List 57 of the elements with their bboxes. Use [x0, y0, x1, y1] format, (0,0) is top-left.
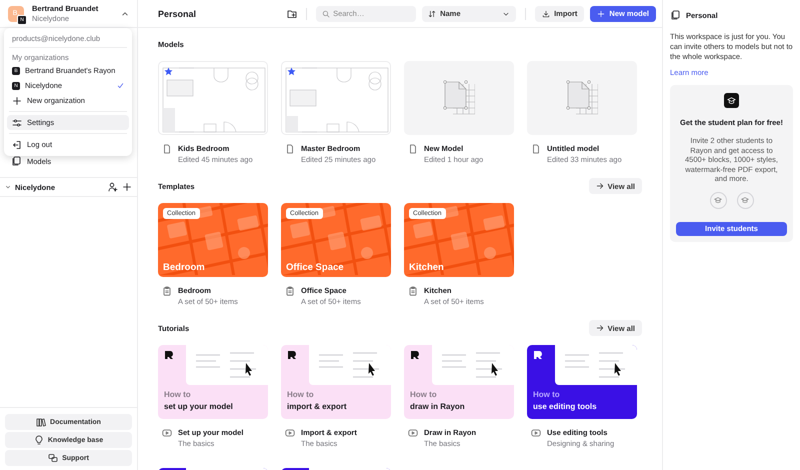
cover-title: Office Space: [286, 262, 344, 273]
cover-title: Kitchen: [409, 262, 444, 273]
plus-icon: [122, 182, 132, 192]
chevron-icon[interactable]: [5, 184, 11, 190]
logo-icon: [287, 350, 297, 360]
video-icon: [531, 428, 541, 438]
video-icon: [285, 428, 295, 438]
document-icon: [162, 144, 172, 154]
lightbulb-icon: [34, 435, 44, 445]
clipboard-icon: [162, 286, 172, 296]
cover-lead-text: How to: [410, 390, 437, 399]
blank-plan-icon: [443, 80, 475, 116]
chat-bubbles-icon: [48, 453, 58, 463]
plus-icon: [597, 10, 606, 18]
video-icon: [162, 428, 172, 438]
student-slot-icon: [736, 192, 754, 208]
blank-plan-icon: [566, 80, 598, 116]
cover-title: import & export: [287, 402, 347, 411]
stack-icon: [11, 156, 21, 166]
sliders-icon: [12, 118, 22, 128]
document-icon: [285, 144, 295, 154]
search-icon: [322, 10, 330, 18]
stack-icon: [670, 10, 680, 20]
document-icon: [531, 144, 541, 154]
tutorial-cover[interactable]: How to set up your model: [158, 345, 268, 419]
cover-lead-text: How to: [287, 390, 314, 399]
sort-icon: [428, 10, 436, 18]
logo-icon: [164, 350, 174, 360]
blank-model-thumbnail[interactable]: [404, 61, 514, 135]
graduation-cap-icon: [724, 93, 739, 108]
arrow-right-icon: [596, 182, 604, 190]
folder-add-icon: [287, 8, 298, 18]
cover-lead-text: How to: [533, 390, 560, 399]
logo-icon: [533, 350, 543, 360]
books-icon: [36, 417, 46, 427]
page-title: Personal: [158, 8, 198, 18]
tutorial-cover[interactable]: How to draw in Rayon: [404, 345, 514, 419]
cover-title: set up your model: [164, 402, 233, 411]
video-icon: [408, 428, 418, 438]
clipboard-icon: [408, 286, 418, 296]
tutorial-cover[interactable]: How to import & export: [281, 345, 391, 419]
plus-icon: [12, 96, 22, 106]
cover-title: draw in Rayon: [410, 402, 465, 411]
chevron-icon[interactable]: [121, 10, 129, 18]
tutorial-cover[interactable]: How to use editing tools: [527, 345, 637, 419]
cover-lead-text: How to: [164, 390, 191, 399]
clipboard-icon: [285, 286, 295, 296]
arrow-right-icon: [596, 324, 604, 332]
cover-title: use editing tools: [533, 402, 597, 411]
student-slot-icon: [710, 192, 726, 208]
add-user-icon: [108, 182, 118, 192]
download-icon: [542, 10, 550, 18]
log-out-icon: [12, 140, 22, 150]
document-icon: [408, 144, 418, 154]
logo-icon: [410, 350, 420, 360]
blank-model-thumbnail[interactable]: [527, 61, 637, 135]
cover-title: Bedroom: [163, 262, 205, 273]
